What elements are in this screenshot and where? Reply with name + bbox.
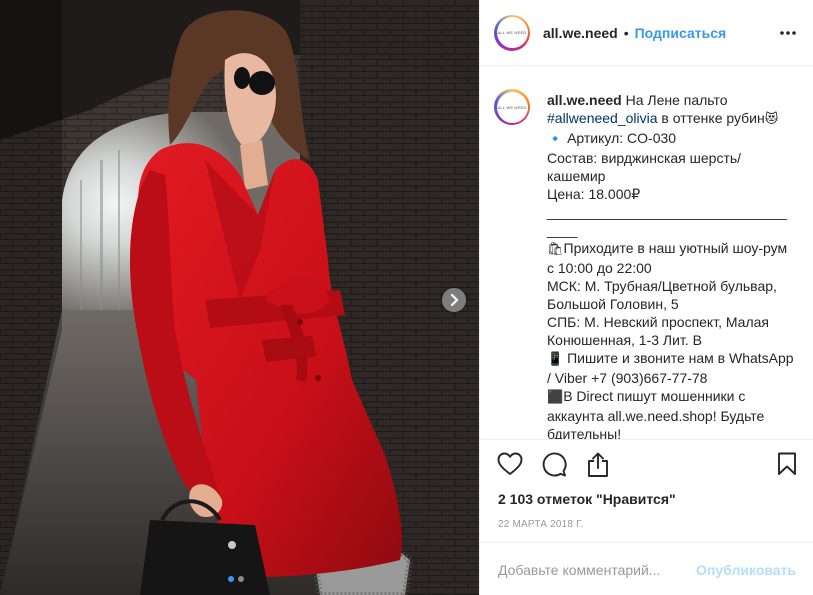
avatar-logo-text: ALL WE NEED	[496, 17, 528, 48]
post-photo[interactable]	[0, 0, 479, 595]
post-caption: ALL WE NEED all.we.need На Лене пальто #a…	[480, 66, 813, 440]
header-separator-dot: •	[623, 24, 629, 41]
caption-line-text: Артикул: CO-030	[563, 130, 677, 146]
caption-line-text: Большой Головин, 5	[547, 296, 679, 312]
caption-emoji: 🔹	[547, 132, 564, 147]
post-side-panel: ALL WE NEED all.we.need • Подписаться AL…	[479, 0, 813, 595]
caption-line: all.we.need На Лене пальто	[547, 91, 805, 109]
caption-line-text: Цена: 18.000₽	[547, 186, 641, 202]
caption-line-text: Состав: вирджинская шерсть/	[547, 150, 742, 166]
post-date[interactable]: 22 МАРТА 2018 Г.	[498, 519, 584, 530]
caption-line: ____	[547, 221, 805, 239]
caption-line-text: Конюшенная, 1-3 Лит. В	[547, 332, 702, 348]
caption-line: Большой Головин, 5	[547, 295, 805, 313]
caption-avatar[interactable]: ALL WE NEED	[494, 89, 530, 125]
caption-line: с 10:00 до 22:00	[547, 259, 805, 277]
caption-line-text: кашемир	[547, 168, 606, 184]
caption-line: МСК: М. Трубная/Цветной бульвар,	[547, 277, 805, 295]
chevron-right-icon	[450, 294, 459, 306]
likes-count[interactable]: 2 103 отметок "Нравится"	[498, 491, 676, 507]
caption-line-text: с 10:00 до 22:00	[547, 260, 652, 276]
caption-line: Состав: вирджинская шерсть/	[547, 149, 805, 167]
caption-line: ________________________________	[547, 203, 805, 221]
carousel-dot	[238, 576, 244, 582]
caption-line: #allweneed_olivia в оттенке рубин😻	[547, 109, 805, 129]
caption-line: 📱 Пишите и звоните нам в WhatsApp	[547, 349, 805, 369]
caption-line: 🔹 Артикул: CO-030	[547, 129, 805, 149]
share-icon[interactable]	[586, 452, 610, 478]
avatar[interactable]: ALL WE NEED	[494, 14, 530, 51]
caption-emoji: 📱	[547, 352, 564, 367]
more-dots-icon[interactable]	[780, 24, 796, 42]
caption-line: Конюшенная, 1-3 Лит. В	[547, 331, 805, 349]
caption-line: 🛍Приходите в наш уютный шоу-рум	[547, 239, 805, 259]
next-photo-chevron[interactable]	[442, 288, 466, 312]
heart-icon[interactable]	[497, 452, 523, 476]
bookmark-icon[interactable]	[777, 452, 797, 476]
caption-line-text: в оттенке рубин	[657, 110, 765, 126]
caption-avatar-logo-text: ALL WE NEED	[496, 91, 528, 123]
caption-line-text: СПБ: М. Невский проспект, Малая	[547, 314, 769, 330]
caption-emoji: ⬛	[547, 390, 564, 405]
caption-line: Цена: 18.000₽	[547, 185, 805, 203]
post-header: ALL WE NEED all.we.need • Подписаться	[480, 0, 813, 66]
caption-separator: ________________________________	[547, 204, 787, 220]
instagram-post: ALL WE NEED all.we.need • Подписаться AL…	[0, 0, 813, 595]
caption-line: аккаунта all.we.need.shop! Будьте	[547, 407, 805, 425]
caption-username[interactable]: all.we.need	[547, 92, 622, 108]
caption-line-text: В Direct пишут мошенники с	[563, 388, 746, 404]
caption-emoji: 😻	[764, 112, 779, 127]
comment-form: Опубликовать	[480, 542, 813, 595]
caption-text: all.we.need На Лене пальто #allweneed_oli…	[547, 91, 805, 440]
caption-line: СПБ: М. Невский проспект, Малая	[547, 313, 805, 331]
caption-line-text: МСК: М. Трубная/Цветной бульвар,	[547, 278, 777, 294]
comment-input[interactable]	[498, 562, 688, 578]
publish-button[interactable]: Опубликовать	[696, 562, 796, 578]
caption-line-text: бдительны!	[547, 426, 622, 440]
caption-line: ⬛В Direct пишут мошенники с	[547, 387, 805, 407]
caption-separator: ____	[547, 222, 577, 238]
carousel-indicator	[228, 576, 244, 582]
header-username[interactable]: all.we.need	[543, 25, 618, 41]
caption-line-text: На Лене пальто	[621, 92, 728, 108]
action-bar	[480, 452, 813, 482]
caption-line-text: аккаунта all.we.need.shop! Будьте	[547, 408, 765, 424]
post-image	[0, 0, 479, 595]
carousel-dot-active	[228, 576, 234, 582]
caption-line: / Viber +7 (903)667-77-78	[547, 369, 805, 387]
caption-emoji: 🛍	[547, 242, 564, 257]
caption-line-text: Пишите и звоните нам в WhatsApp	[563, 350, 794, 366]
caption-line-text: Приходите в наш уютный шоу-рум	[563, 240, 788, 256]
caption-line: кашемир	[547, 167, 805, 185]
caption-line-text: / Viber +7 (903)667-77-78	[547, 370, 708, 386]
hashtag-link[interactable]: #allweneed_olivia	[547, 110, 658, 126]
comment-icon[interactable]	[541, 452, 567, 478]
follow-button[interactable]: Подписаться	[635, 25, 727, 41]
caption-line: бдительны!	[547, 425, 805, 440]
